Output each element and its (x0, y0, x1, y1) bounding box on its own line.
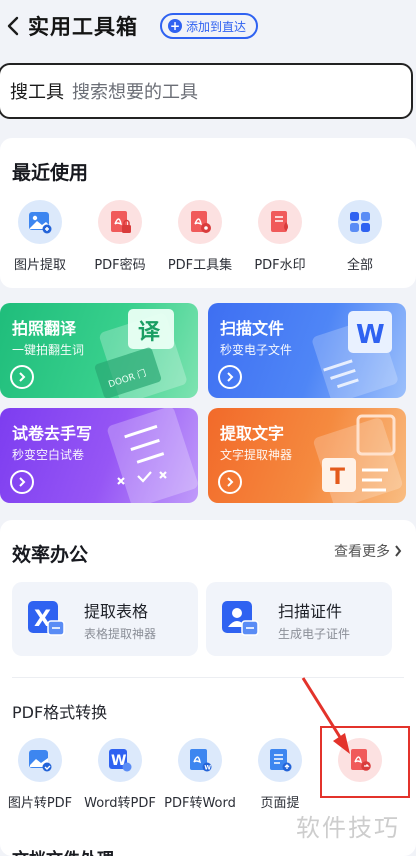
image-extract-icon (18, 200, 62, 244)
recent-tool-image-extract[interactable]: 图片提取 (0, 200, 80, 273)
arrow-right-circle-icon[interactable] (218, 470, 242, 494)
recent-tool-label: PDF工具集 (167, 258, 233, 273)
feature-subtitle: 秒变电子文件 (220, 343, 293, 357)
plus-icon: + (168, 19, 182, 33)
feature-subtitle: 秒变空白试卷 (12, 448, 85, 462)
translate-glyph: 译 (138, 320, 161, 345)
recent-tool-label: PDF密码 (94, 258, 146, 273)
convert-label: 页面提 (260, 796, 300, 811)
scan-glyph: W (356, 320, 385, 350)
tool-card-title: 提取表格 (84, 602, 149, 621)
convert-image-to-pdf[interactable]: 图片转PDF (0, 738, 80, 811)
tool-card-scan-id[interactable]: 扫描证件 生成电子证件 (206, 582, 392, 656)
annotation-highlight-box (320, 726, 410, 798)
convert-pdf-to-word[interactable]: W PDF转Word (160, 738, 240, 811)
arrow-right-circle-icon[interactable] (218, 365, 242, 389)
view-more-label: 查看更多 (334, 544, 390, 560)
pdf-to-word-icon: W (178, 738, 222, 782)
back-arrow-icon[interactable] (2, 14, 26, 38)
section-divider (12, 677, 404, 678)
convert-label: Word转PDF (84, 796, 156, 811)
tool-card-extract-table[interactable]: X 提取表格 表格提取神器 (12, 582, 198, 656)
view-more-link[interactable]: 查看更多 (334, 541, 402, 561)
recent-tool-pdf-password[interactable]: PDF密码 (80, 200, 160, 273)
header-bar: 实用工具箱 + 添加到直达 (0, 0, 416, 52)
image-to-pdf-icon (18, 738, 62, 782)
pdf-tools-icon (178, 200, 222, 244)
feature-title: 试卷去手写 (12, 424, 93, 443)
search-input[interactable]: 搜工具 搜索想要的工具 (0, 63, 413, 119)
feature-title: 提取文字 (220, 424, 285, 443)
search-placeholder: 搜索想要的工具 (72, 82, 198, 103)
recent-tool-pdf-toolset[interactable]: PDF工具集 (160, 200, 240, 273)
recent-section: 最近使用 图片提取 PDF密码 PDF工具集 PDF水印 全部 (0, 138, 416, 288)
convert-label: PDF转Word (164, 796, 236, 811)
grid-icon (338, 200, 382, 244)
search-label: 搜工具 (10, 82, 64, 103)
page-title: 实用工具箱 (28, 15, 138, 39)
excel-extract-icon: X (28, 601, 65, 636)
pdf-watermark-icon (258, 200, 302, 244)
feature-title: 扫描文件 (220, 319, 285, 338)
add-shortcut-button[interactable]: + 添加到直达 (160, 13, 259, 39)
watermark-text: 软件技巧 (296, 814, 400, 842)
convert-word-to-pdf[interactable]: W Word转PDF (80, 738, 160, 811)
recent-tool-all[interactable]: 全部 (320, 200, 400, 273)
recent-tool-pdf-watermark[interactable]: PDF水印 (240, 200, 320, 273)
convert-label: 图片转PDF (7, 796, 73, 811)
office-section: 效率办公 查看更多 X 提取表格 表格提取神器 扫描证件 生成电子证件 PDF格… (0, 520, 416, 856)
tool-card-title: 扫描证件 (278, 602, 343, 621)
arrow-right-circle-icon[interactable] (10, 470, 34, 494)
tool-card-subtitle: 表格提取神器 (84, 627, 157, 641)
feature-title: 拍照翻译 (12, 319, 77, 338)
recent-tool-label: PDF水印 (254, 258, 306, 273)
next-section-title: 文档文件处理 (12, 845, 114, 856)
extract-glyph: T (330, 465, 345, 490)
arrow-right-circle-icon[interactable] (10, 365, 34, 389)
translate-illustration-icon: 译 DOOR 门 (94, 309, 187, 398)
add-shortcut-label: 添加到直达 (186, 19, 247, 34)
recent-tool-label: 全部 (346, 258, 373, 273)
feature-subtitle: 文字提取神器 (220, 448, 293, 462)
chevron-right-icon (395, 545, 402, 557)
feature-scan-file[interactable]: W 扫描文件 秒变电子文件 (208, 303, 406, 398)
extract-text-illustration-icon: T (313, 414, 403, 503)
svg-text:W: W (204, 764, 211, 771)
page-extract-icon (258, 738, 302, 782)
pdf-convert-title: PDF格式转换 (12, 703, 108, 722)
recent-tool-label: 图片提取 (13, 258, 66, 273)
pdf-lock-icon (98, 200, 142, 244)
scan-file-illustration-icon: W (312, 311, 398, 398)
recent-tools-row: 图片提取 PDF密码 PDF工具集 PDF水印 全部 (0, 200, 416, 273)
tool-card-subtitle: 生成电子证件 (278, 627, 351, 641)
recent-title: 最近使用 (12, 162, 89, 184)
feature-remove-handwriting[interactable]: 试卷去手写 秒变空白试卷 (0, 408, 198, 503)
office-title: 效率办公 (12, 544, 89, 566)
feature-extract-text[interactable]: T 提取文字 文字提取神器 (208, 408, 406, 503)
feature-photo-translate[interactable]: 译 DOOR 门 拍照翻译 一键拍翻生词 (0, 303, 198, 398)
id-card-scan-icon (222, 601, 259, 636)
feature-subtitle: 一键拍翻生词 (12, 343, 85, 357)
exam-paper-illustration-icon (107, 408, 198, 503)
word-to-pdf-icon: W (98, 738, 142, 782)
convert-page-extract[interactable]: 页面提 (240, 738, 320, 811)
